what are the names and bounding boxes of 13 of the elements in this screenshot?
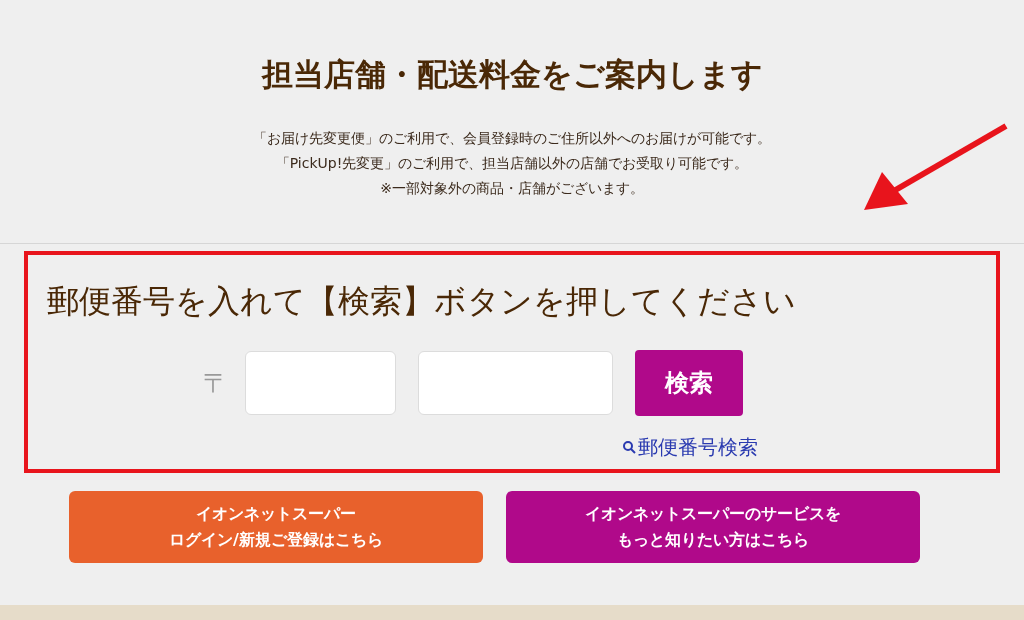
postal-lookup-link[interactable]: 郵便番号検索 [622,432,758,462]
link-button[interactable]: イオンネットスーパー ログイン/新規ご登録はこちら [69,491,483,563]
info-text: ※一部対象外の商品・店舗がございます。 [380,179,644,198]
search-button[interactable]: 検索 [635,350,743,416]
postal-code-field[interactable] [418,351,613,415]
link-button[interactable]: イオンネットスーパーのサービスを もっと知りたい方はこちら [506,491,920,563]
page-title: 担当店舗・配送料金をご案内します [261,55,763,94]
instruction-heading: 郵便番号を入れて【検索】ボタンを押してください [47,281,797,322]
postal-code-field[interactable] [245,351,396,415]
search-icon [622,440,636,454]
info-text: 「PickUp!先変更」のご利用で、担当店舗以外の店舗でお受取り可能です。 [275,154,749,173]
postal-mark: 〒 [203,366,229,400]
info-text: 「お届け先変更便」のご利用で、会員登録時のご住所以外へのお届けが可能です。 [253,129,771,148]
